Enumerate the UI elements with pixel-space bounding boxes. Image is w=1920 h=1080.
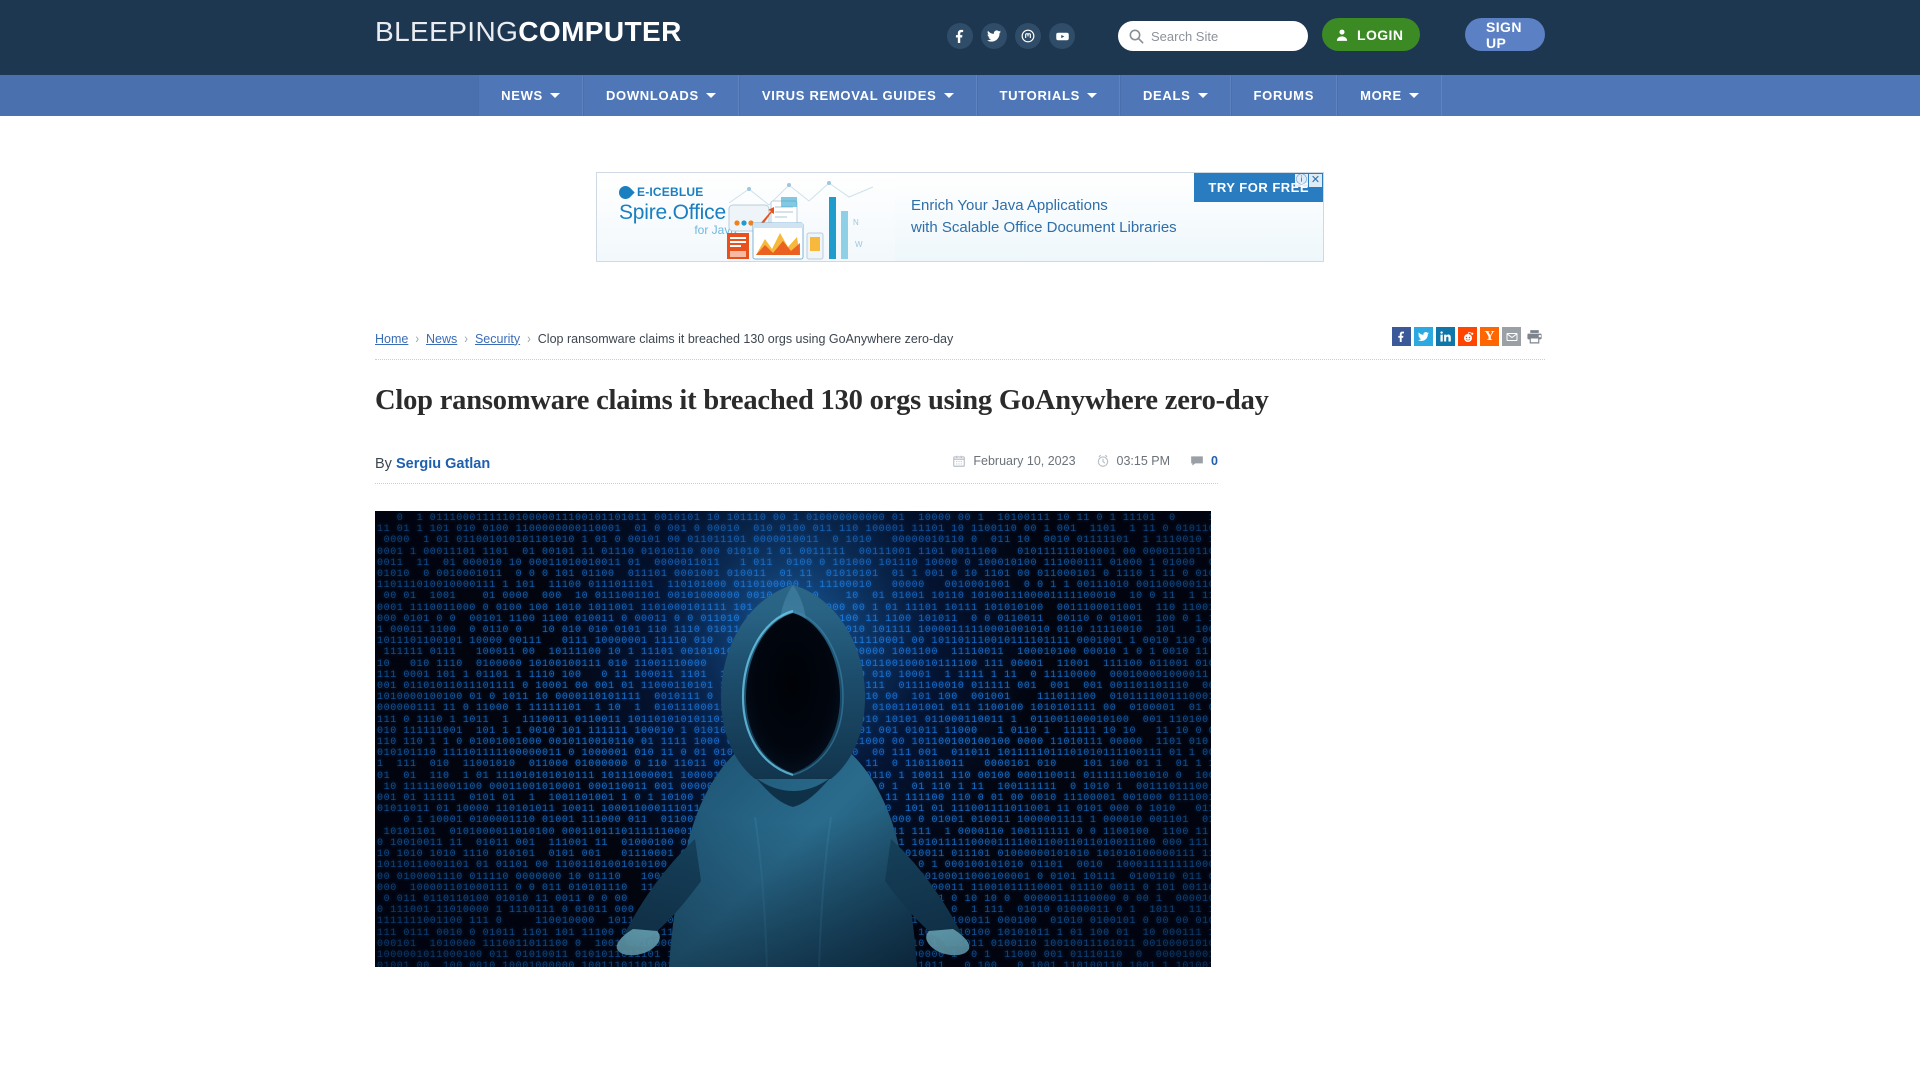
- nav-item-forums[interactable]: FORUMS: [1230, 75, 1338, 116]
- nav-left-filler: [0, 75, 479, 116]
- ad-headline-line-2: with Scalable Office Document Libraries: [911, 219, 1177, 236]
- main-navigation: NEWS DOWNLOADS VIRUS REMOVAL GUIDES TUTO…: [0, 75, 1920, 116]
- byline: By Sergiu Gatlan: [375, 456, 490, 472]
- login-button[interactable]: LOGIN: [1322, 18, 1421, 51]
- breadcrumb-item-current: Clop ransomware claims it breached 130 o…: [537, 331, 954, 346]
- breadcrumb-divider: [375, 359, 1545, 360]
- ad-copy-panel: Enrich Your Java Applications with Scala…: [895, 173, 1323, 261]
- breadcrumb-row: Home › News › Security › Clop ransomware…: [375, 318, 1545, 359]
- chevron-down-icon: [1086, 93, 1097, 98]
- site-header: BLEEPINGCOMPUTER LOGIN SIGN UP: [0, 0, 1920, 75]
- share-facebook-icon[interactable]: [1392, 327, 1411, 346]
- nav-item-label: FORUMS: [1253, 88, 1315, 103]
- user-icon: [1336, 29, 1348, 41]
- byline-divider: [375, 483, 1218, 484]
- share-buttons: Y: [1392, 326, 1545, 347]
- nav-item-label: NEWS: [501, 88, 543, 103]
- ad-brand-panel: E-ICEBLUE Spire.Office for Java W N: [597, 173, 895, 261]
- breadcrumb-separator: ›: [415, 331, 420, 346]
- facebook-icon[interactable]: [947, 23, 973, 49]
- ad-brand-block: E-ICEBLUE Spire.Office for Java: [616, 182, 737, 237]
- advertisement-zone: E-ICEBLUE Spire.Office for Java W N Enri…: [0, 116, 1920, 318]
- article-meta-row: By Sergiu Gatlan February 10, 2023 03:15…: [375, 445, 1218, 483]
- nav-item-downloads[interactable]: DOWNLOADS: [582, 75, 739, 116]
- nav-item-news[interactable]: NEWS: [478, 75, 583, 116]
- svg-text:N: N: [853, 218, 859, 227]
- login-button-label: LOGIN: [1357, 26, 1404, 43]
- author-link[interactable]: Sergiu Gatlan: [396, 456, 490, 472]
- search-icon: [1129, 29, 1144, 44]
- chevron-down-icon: [943, 93, 954, 98]
- article-metadata: February 10, 2023 03:15 PM 0: [952, 454, 1218, 468]
- breadcrumb-separator: ›: [464, 331, 468, 346]
- site-header-inner: BLEEPINGCOMPUTER LOGIN SIGN UP: [375, 0, 1545, 75]
- nav-right-filler: [1441, 75, 1920, 116]
- publish-date-text: February 10, 2023: [973, 454, 1076, 468]
- page-content: Home › News › Security › Clop ransomware…: [375, 318, 1545, 967]
- ad-product-sub: for Java: [694, 223, 737, 237]
- publish-time-text: 03:15 PM: [1116, 454, 1171, 468]
- comment-count-value: 0: [1211, 454, 1218, 468]
- chevron-down-icon: [1197, 93, 1208, 98]
- nav-item-label: TUTORIALS: [999, 88, 1080, 103]
- chevron-down-icon: [1408, 93, 1419, 98]
- signup-button-label: SIGN UP: [1486, 18, 1522, 51]
- breadcrumb-item-security[interactable]: Security: [475, 332, 520, 346]
- nav-item-deals[interactable]: DEALS: [1119, 75, 1231, 116]
- breadcrumb-item-news[interactable]: News: [426, 332, 457, 346]
- breadcrumb: Home › News › Security › Clop ransomware…: [375, 331, 954, 346]
- ad-illustration: W N: [727, 181, 874, 260]
- youtube-icon[interactable]: [1049, 23, 1075, 49]
- calendar-icon: [953, 455, 966, 467]
- clock-icon: [1097, 454, 1108, 467]
- comment-icon: [1191, 456, 1203, 466]
- ad-close-icon[interactable]: ✕: [1309, 174, 1322, 187]
- eiceblue-logo-icon: [616, 182, 635, 202]
- chevron-down-icon: [549, 93, 560, 98]
- nav-item-more[interactable]: MORE: [1337, 75, 1442, 116]
- share-email-icon[interactable]: [1502, 327, 1521, 346]
- publish-time: 03:15 PM: [1096, 454, 1171, 468]
- nav-item-virus-removal-guides[interactable]: VIRUS REMOVAL GUIDES: [738, 75, 977, 116]
- logo-text-bold: COMPUTER: [518, 16, 682, 47]
- share-print-icon[interactable]: [1524, 326, 1545, 347]
- nav-item-tutorials[interactable]: TUTORIALS: [976, 75, 1120, 116]
- adchoices-info-icon[interactable]: ⓘ: [1295, 174, 1308, 187]
- byline-prefix: By: [375, 456, 392, 472]
- ad-product-name: Spire.Office: [619, 201, 726, 224]
- page-title: Clop ransomware claims it breached 130 o…: [375, 385, 1269, 416]
- twitter-icon[interactable]: [981, 23, 1007, 49]
- share-linkedin-icon[interactable]: [1436, 327, 1455, 346]
- ad-choices-badges: ⓘ ✕: [1295, 174, 1322, 187]
- share-reddit-icon[interactable]: [1458, 327, 1477, 346]
- svg-text:W: W: [855, 240, 863, 249]
- nav-item-label: VIRUS REMOVAL GUIDES: [761, 88, 937, 103]
- search-input[interactable]: [1151, 28, 1291, 44]
- mastodon-icon[interactable]: [1015, 23, 1041, 49]
- nav-items: NEWS DOWNLOADS VIRUS REMOVAL GUIDES TUTO…: [478, 75, 1442, 116]
- publish-date: February 10, 2023: [952, 454, 1076, 468]
- breadcrumb-item-home[interactable]: Home: [375, 332, 408, 346]
- share-hackernews-icon[interactable]: Y: [1480, 327, 1499, 346]
- advertisement-banner[interactable]: E-ICEBLUE Spire.Office for Java W N Enri…: [596, 172, 1324, 262]
- ad-brand-name: E-ICEBLUE: [637, 185, 704, 199]
- article-hero-image: 0 1 011100011111010000011100101101011 00…: [375, 511, 1211, 967]
- hooded-figure-illustration: [583, 577, 1003, 967]
- share-twitter-icon[interactable]: [1414, 327, 1433, 346]
- logo-text-light: BLEEPING: [375, 16, 519, 47]
- chevron-down-icon: [705, 93, 716, 98]
- signup-button[interactable]: SIGN UP: [1465, 18, 1545, 51]
- breadcrumb-separator: ›: [527, 331, 531, 346]
- comment-count[interactable]: 0: [1190, 454, 1218, 468]
- nav-item-label: MORE: [1360, 88, 1402, 103]
- nav-item-label: DOWNLOADS: [605, 88, 699, 103]
- header-social-links: [947, 23, 1075, 49]
- search-box[interactable]: [1118, 21, 1308, 51]
- site-logo[interactable]: BLEEPINGCOMPUTER: [375, 16, 682, 48]
- nav-item-label: DEALS: [1142, 88, 1191, 103]
